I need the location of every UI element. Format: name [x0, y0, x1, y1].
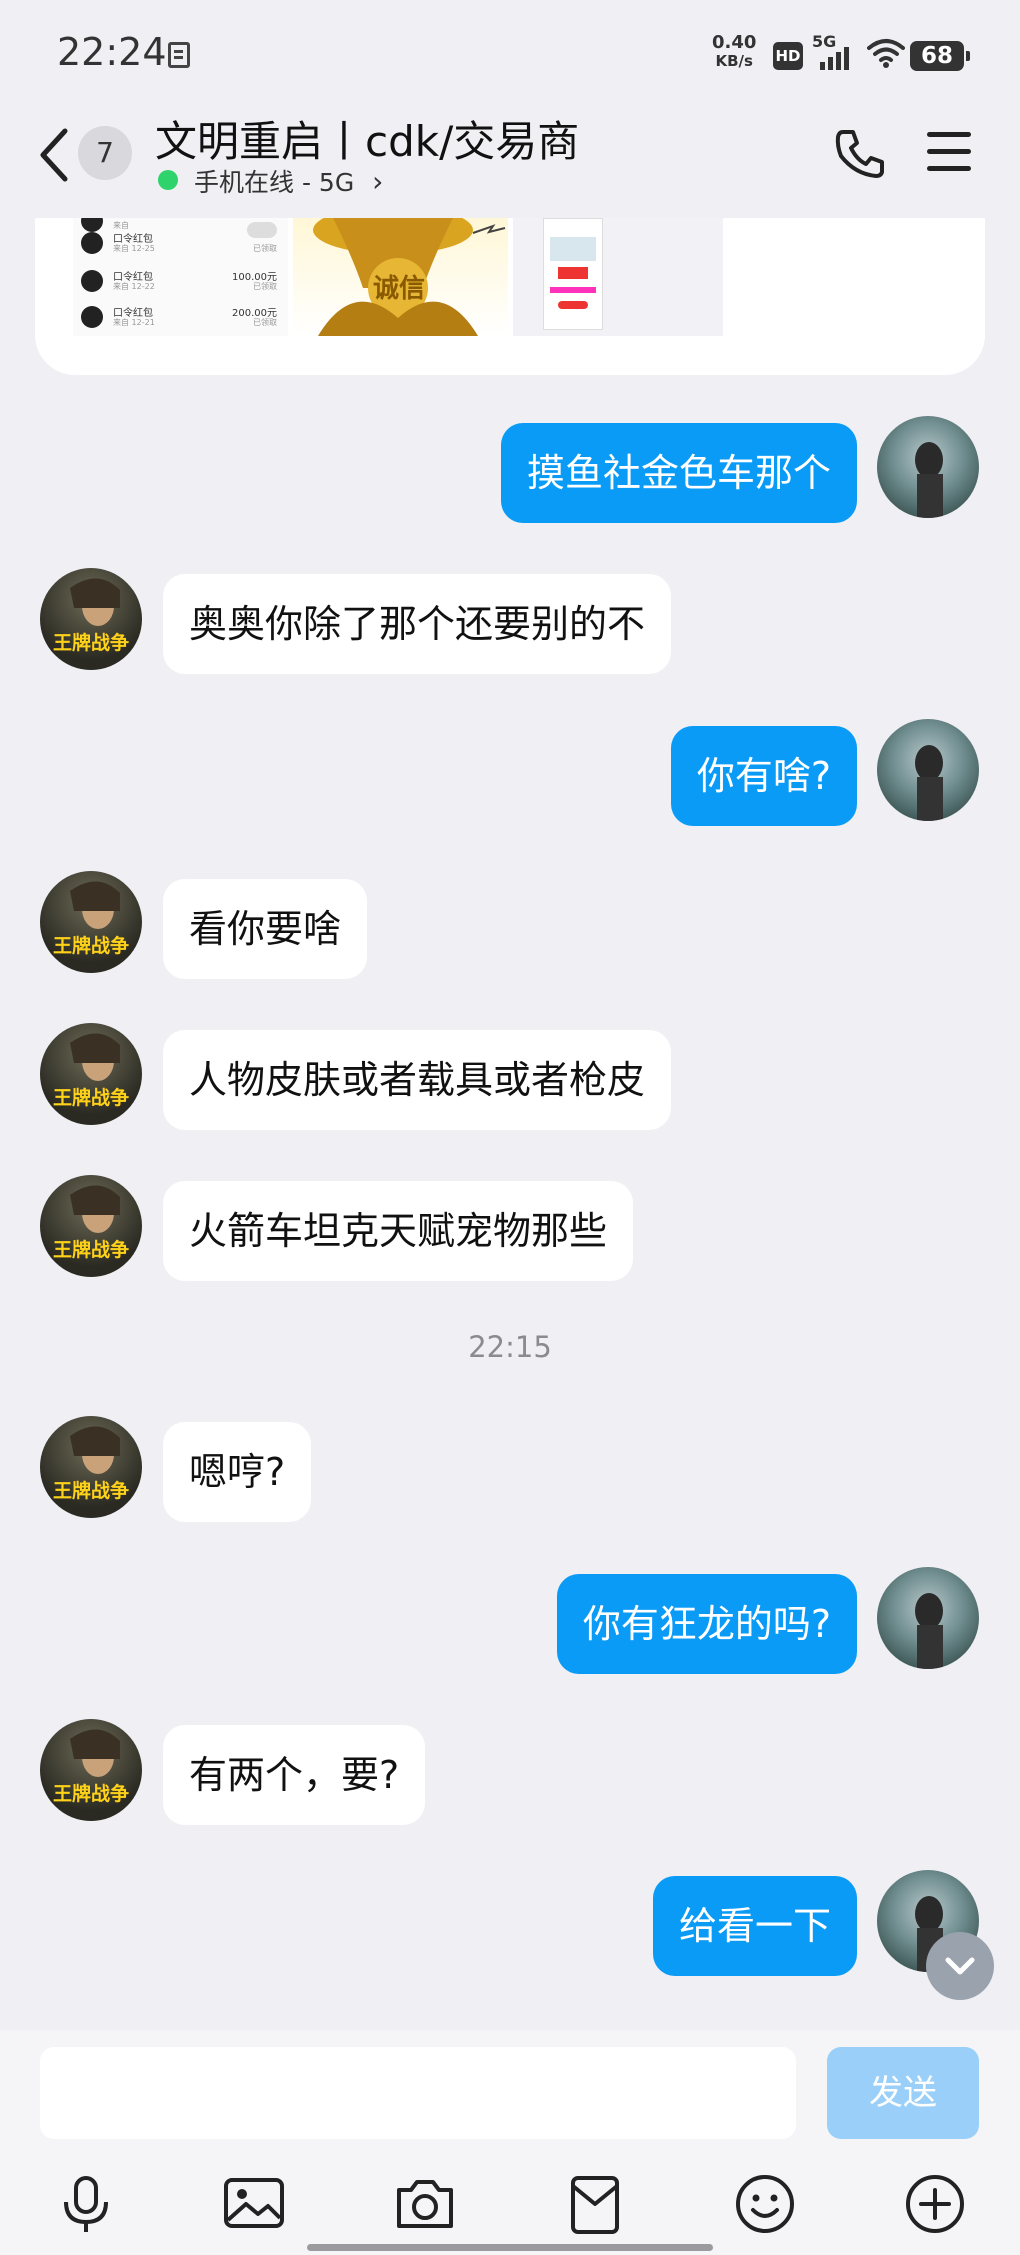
- avatar-game-logo: 王牌战争: [52, 1087, 129, 1109]
- microphone-icon[interactable]: [54, 2172, 118, 2236]
- red-packet-row: 口令红包 来自 12-22 100.00元 已领取: [81, 266, 281, 296]
- image-icon[interactable]: [222, 2172, 286, 2236]
- my-avatar[interactable]: [877, 1567, 979, 1669]
- message-bubble-outgoing[interactable]: 你有狂龙的吗?: [556, 1574, 857, 1674]
- menu-button[interactable]: [927, 132, 971, 172]
- contact-avatar[interactable]: 王牌战争: [40, 1175, 142, 1277]
- menu-line: [927, 149, 971, 154]
- hd-voice-icon: HD: [773, 42, 803, 70]
- plus-icon[interactable]: [903, 2172, 967, 2236]
- golden-handshake-thumbnail[interactable]: 诚信: [293, 218, 508, 336]
- red-packet-icon[interactable]: [563, 2172, 627, 2236]
- message-bubble-incoming[interactable]: 火箭车坦克天赋宠物那些: [163, 1181, 634, 1281]
- message-bubble-incoming[interactable]: 有两个，要?: [163, 1725, 426, 1825]
- signal-5g-icon: 5G: [812, 32, 856, 70]
- message-input[interactable]: [40, 2047, 796, 2139]
- seal-text: 诚信: [373, 274, 426, 304]
- red-packet-screenshot-thumbnail[interactable]: 来自 口令红包 来自 12-25 已领取 口令红包 来自 12-22 100.0…: [73, 218, 288, 336]
- avatar-game-logo: 王牌战争: [52, 1480, 129, 1502]
- unread-count-badge[interactable]: 7: [78, 126, 132, 180]
- menu-line: [927, 132, 971, 137]
- app-screenshot-thumbnail[interactable]: [513, 218, 723, 336]
- avatar-game-logo: 王牌战争: [52, 632, 129, 654]
- back-arrow-icon: [40, 128, 68, 182]
- message-timestamp: 22:15: [468, 1330, 552, 1364]
- phone-call-button[interactable]: [833, 126, 887, 184]
- red-packet-row: 口令红包 来自 12-21 200.00元 已领取: [81, 302, 281, 332]
- back-button[interactable]: [35, 125, 75, 185]
- emoji-icon[interactable]: [733, 2172, 797, 2236]
- chevron-right-icon: ›: [372, 165, 384, 198]
- message-bubble-outgoing[interactable]: 你有啥?: [670, 726, 857, 826]
- home-indicator[interactable]: [307, 2244, 713, 2251]
- message-bubble-incoming[interactable]: 奥奥你除了那个还要别的不: [163, 574, 672, 674]
- my-avatar[interactable]: [877, 719, 979, 821]
- camera-icon[interactable]: [393, 2172, 457, 2236]
- battery-icon: 68: [910, 41, 970, 71]
- scroll-to-bottom-button[interactable]: [926, 1932, 994, 2000]
- avatar-game-logo: 王牌战争: [52, 935, 129, 957]
- contact-avatar[interactable]: 王牌战争: [40, 568, 142, 670]
- avatar-game-logo: 王牌战争: [52, 1783, 129, 1805]
- contact-avatar[interactable]: 王牌战争: [40, 1719, 142, 1821]
- menu-line: [927, 166, 971, 171]
- status-time: 22:24: [57, 30, 167, 74]
- contact-avatar[interactable]: 王牌战争: [40, 1023, 142, 1125]
- chevron-down-icon: [945, 1957, 975, 1975]
- my-avatar[interactable]: [877, 416, 979, 518]
- notification-document-icon: [168, 42, 190, 68]
- red-packet-row: 口令红包 来自 12-25 已领取: [81, 222, 281, 258]
- send-button[interactable]: 发送: [827, 2047, 979, 2139]
- message-bubble-incoming[interactable]: 人物皮肤或者载具或者枪皮: [163, 1030, 672, 1130]
- chat-title[interactable]: 文明重启丨cdk/交易商: [155, 108, 579, 169]
- network-speed: 0.40 KB/s: [712, 32, 757, 71]
- wifi-icon: [867, 38, 905, 72]
- phone-icon: [835, 130, 884, 178]
- online-status-dot: [158, 170, 178, 190]
- message-bubble-incoming[interactable]: 看你要啥: [163, 879, 368, 979]
- online-status[interactable]: 手机在线 - 5G ›: [194, 163, 383, 199]
- message-bubble-outgoing[interactable]: 给看一下: [652, 1876, 857, 1976]
- message-bubble-incoming[interactable]: 嗯哼?: [163, 1422, 312, 1522]
- avatar-game-logo: 王牌战争: [52, 1239, 129, 1261]
- contact-avatar[interactable]: 王牌战争: [40, 1416, 142, 1518]
- message-bubble-outgoing[interactable]: 摸鱼社金色车那个: [500, 423, 857, 523]
- contact-avatar[interactable]: 王牌战争: [40, 871, 142, 973]
